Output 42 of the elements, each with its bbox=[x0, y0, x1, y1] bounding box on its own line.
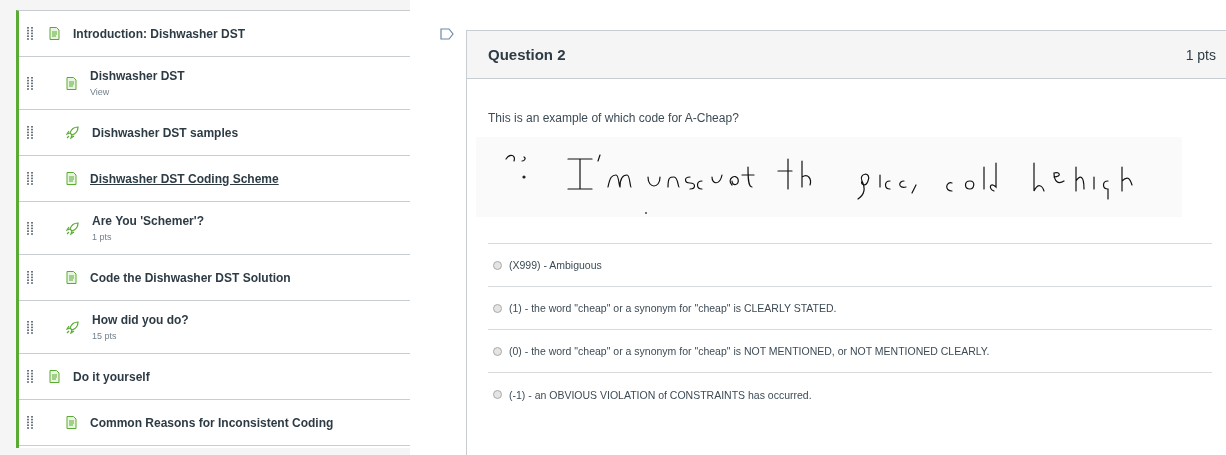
question-points: 1 pts bbox=[1185, 46, 1216, 63]
module-item-link[interactable]: Code the Dishwasher DST Solution bbox=[90, 270, 291, 285]
module-item-link[interactable]: Common Reasons for Inconsistent Coding bbox=[90, 415, 334, 430]
module-item-link[interactable]: Dishwasher DST Coding Scheme bbox=[90, 171, 279, 186]
radio-button[interactable] bbox=[493, 303, 502, 313]
drag-handle-icon[interactable] bbox=[27, 221, 33, 235]
module-item-link[interactable]: Dishwasher DST samples bbox=[92, 125, 239, 140]
module-item-link[interactable]: Are You 'Schemer'? bbox=[92, 214, 204, 228]
module-item-link[interactable]: Introduction: Dishwasher DST bbox=[73, 26, 245, 41]
drag-handle-icon[interactable] bbox=[27, 320, 33, 334]
item-meta: 1 pts bbox=[92, 232, 113, 242]
document-icon bbox=[66, 416, 77, 429]
document-icon bbox=[49, 370, 60, 383]
drag-handle-icon[interactable] bbox=[27, 416, 33, 429]
radio-button[interactable] bbox=[493, 346, 502, 356]
question-prompt: This is an example of which code for A-Cheap? bbox=[488, 111, 740, 125]
bookmark-icon[interactable] bbox=[440, 27, 454, 41]
drag-handle-icon[interactable] bbox=[27, 76, 33, 90]
radio-button[interactable] bbox=[493, 390, 502, 399]
document-icon bbox=[66, 271, 77, 284]
rocket-icon bbox=[66, 320, 79, 334]
module-item-link[interactable]: How did you do? bbox=[92, 313, 189, 327]
module-item-link[interactable]: Dishwasher DST bbox=[90, 69, 185, 83]
document-icon bbox=[66, 76, 77, 90]
question-title: Question 2 bbox=[488, 46, 566, 63]
drag-handle-icon[interactable] bbox=[27, 370, 33, 383]
rocket-icon bbox=[66, 221, 79, 235]
rocket-icon bbox=[66, 126, 79, 139]
radio-button[interactable] bbox=[493, 260, 502, 270]
drag-handle-icon[interactable] bbox=[27, 126, 33, 139]
document-icon bbox=[49, 27, 60, 40]
item-meta: View bbox=[90, 87, 111, 97]
drag-handle-icon[interactable] bbox=[27, 172, 33, 185]
document-icon bbox=[66, 172, 77, 185]
answer-label[interactable]: (X999) - Ambiguous bbox=[509, 259, 602, 271]
answer-label[interactable]: (-1) - an OBVIOUS VIOLATION of CONSTRAINTS has occurred. bbox=[509, 388, 812, 401]
drag-handle-icon[interactable] bbox=[27, 27, 33, 40]
drag-handle-icon[interactable] bbox=[27, 271, 33, 284]
item-meta: 15 pts bbox=[92, 331, 118, 341]
answer-label[interactable]: (1) - the word "cheap" or a synonym for "cheap" is CLEARLY STATED. bbox=[509, 302, 837, 314]
module-item-link[interactable]: Do it yourself bbox=[73, 369, 150, 384]
answer-label[interactable]: (0) - the word "cheap" or a synonym for "cheap" is NOT MENTIONED, or NOT MENTIONED CLEARLY. bbox=[509, 345, 990, 357]
